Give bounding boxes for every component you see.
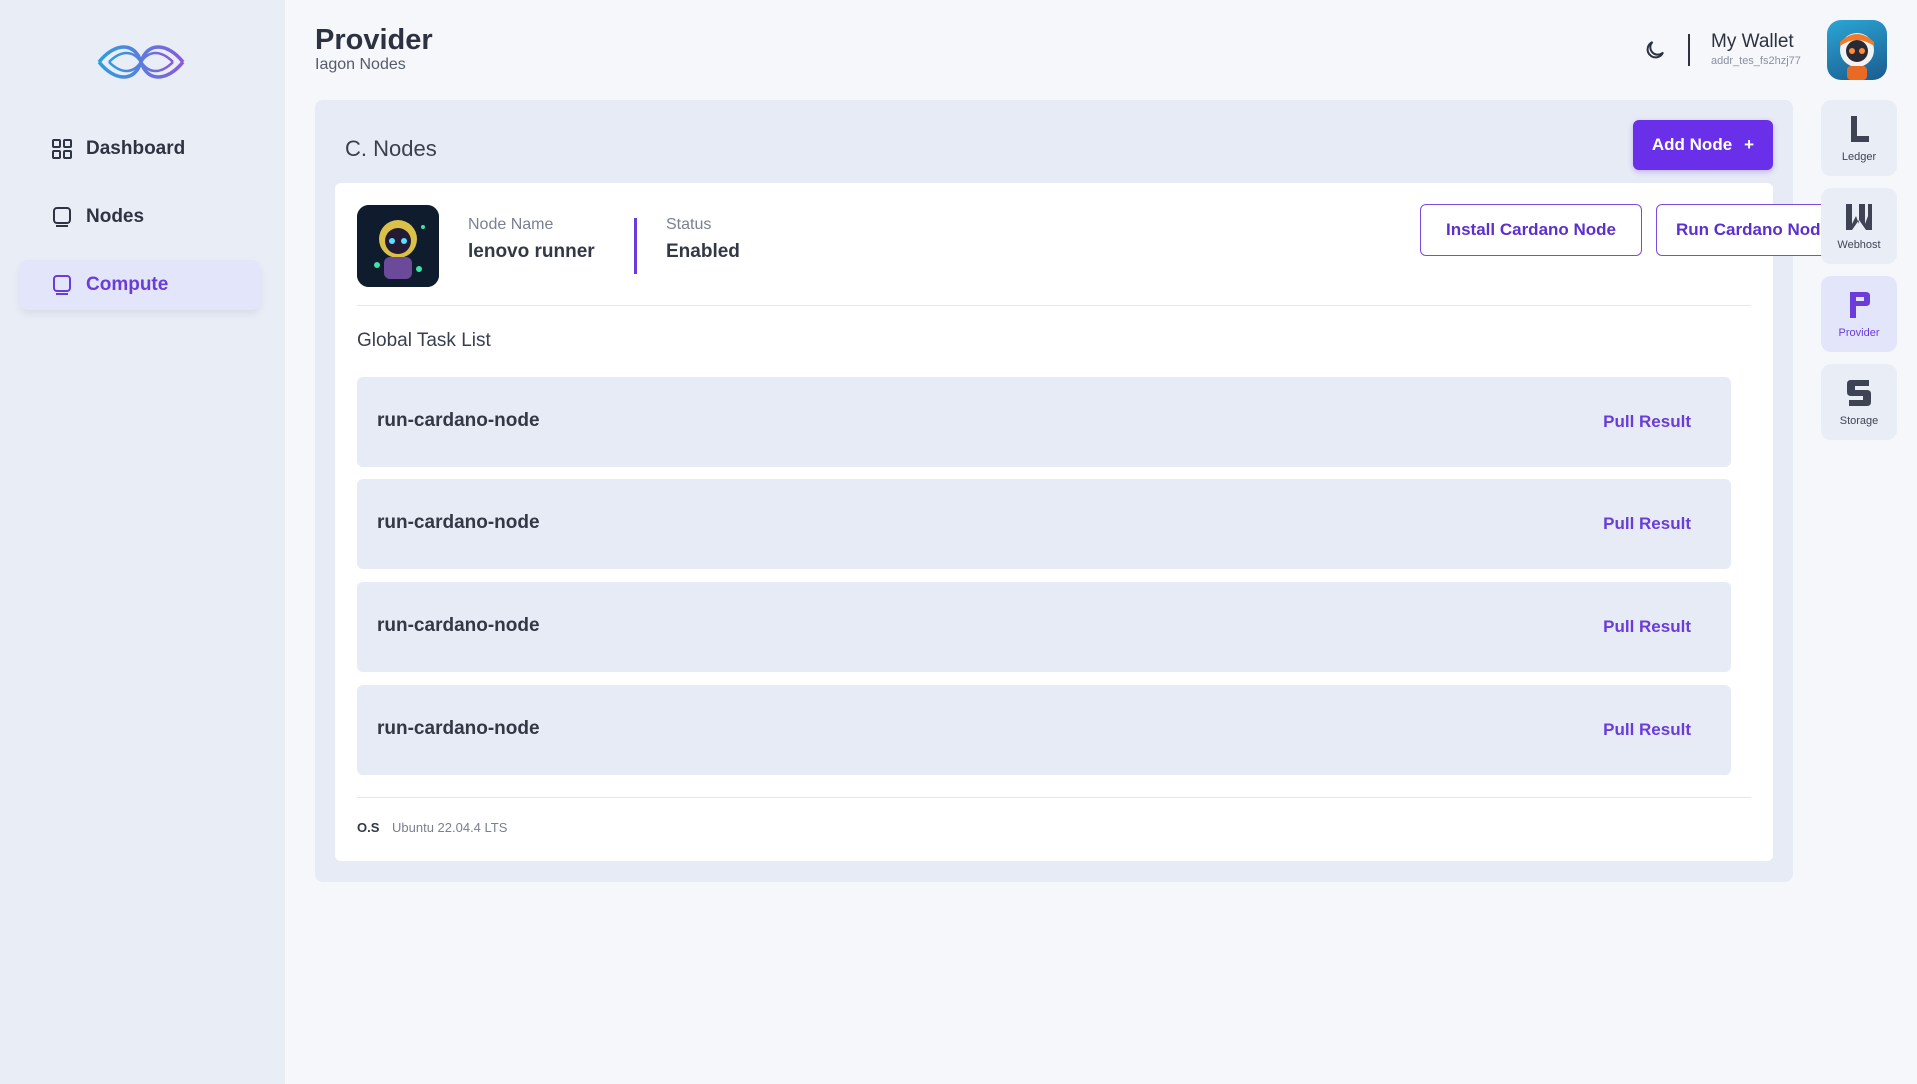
rail-item-storage[interactable]: Storage — [1821, 364, 1897, 440]
node-card: Node Name lenovo runner Status Enabled I… — [335, 183, 1850, 861]
add-node-button[interactable]: Add Node + — [1633, 120, 1773, 170]
install-cardano-node-button[interactable]: Install Cardano Node — [1420, 204, 1642, 256]
sidebar-item-nodes[interactable]: Nodes — [20, 192, 260, 242]
pull-result-link[interactable]: Pull Result — [1603, 617, 1691, 637]
sidebar-item-dashboard[interactable]: Dashboard — [20, 124, 260, 174]
pull-result-link[interactable]: Pull Result — [1603, 514, 1691, 534]
status-value: Enabled — [666, 241, 740, 262]
webhost-icon — [1844, 201, 1874, 233]
task-name: run-cardano-node — [377, 512, 540, 533]
pull-result-link[interactable]: Pull Result — [1603, 720, 1691, 740]
task-row: run-cardano-node Pull Result — [357, 377, 1731, 467]
task-row: run-cardano-node Pull Result — [357, 479, 1731, 569]
storage-icon — [1844, 377, 1874, 409]
sidebar-item-label: Compute — [86, 274, 169, 295]
rail-item-provider[interactable]: Provider — [1821, 276, 1897, 352]
sidebar-item-label: Nodes — [86, 206, 145, 227]
sidebar: Dashboard Nodes Compute — [0, 0, 285, 1084]
rail-label: Provider — [1838, 327, 1880, 339]
task-name: run-cardano-node — [377, 410, 540, 431]
sidebar-item-compute[interactable]: Compute — [20, 260, 260, 310]
sidebar-item-label: Dashboard — [86, 138, 186, 159]
rail-label: Webhost — [1837, 239, 1881, 251]
rail-item-webhost[interactable]: Webhost — [1821, 188, 1897, 264]
task-name: run-cardano-node — [377, 718, 540, 739]
page-subtitle: Iagon Nodes — [315, 56, 406, 73]
rail-label: Storage — [1839, 415, 1879, 427]
task-row: run-cardano-node Pull Result — [357, 582, 1731, 672]
os-label: O.S — [357, 820, 380, 835]
task-list-title: Global Task List — [357, 330, 491, 351]
provider-icon — [1844, 289, 1874, 321]
status-label: Status — [666, 216, 712, 233]
field-divider — [634, 218, 637, 274]
pull-result-link[interactable]: Pull Result — [1603, 412, 1691, 432]
monitor-icon — [50, 273, 74, 297]
ledger-icon — [1844, 113, 1874, 145]
rail-label: Ledger — [1841, 151, 1877, 163]
plus-icon: + — [1744, 135, 1755, 154]
os-value: Ubuntu 22.04.4 LTS — [392, 820, 508, 835]
task-name: run-cardano-node — [377, 615, 540, 636]
monitor-icon — [50, 205, 74, 229]
wallet-title[interactable]: My Wallet — [1711, 31, 1794, 53]
header-divider — [1688, 34, 1690, 66]
iagon-logo-icon[interactable] — [95, 38, 187, 86]
node-avatar — [357, 205, 439, 287]
page-title: Provider — [315, 24, 433, 56]
grid-icon — [50, 137, 74, 161]
divider — [357, 305, 1751, 306]
nodes-panel: C. Nodes Add Node + Node Name lenovo run… — [315, 100, 1850, 882]
task-row: run-cardano-node Pull Result — [357, 685, 1731, 775]
divider — [357, 797, 1751, 798]
moon-icon[interactable] — [1643, 38, 1667, 62]
add-node-label: Add Node — [1651, 135, 1733, 154]
node-name-label: Node Name — [468, 216, 554, 233]
wallet-address: addr_tes_fs2hzj77 — [1711, 55, 1801, 67]
panel-title: C. Nodes — [345, 136, 437, 161]
node-name-value: lenovo runner — [468, 241, 595, 262]
rail-item-ledger[interactable]: Ledger — [1821, 100, 1897, 176]
avatar[interactable] — [1827, 20, 1887, 80]
